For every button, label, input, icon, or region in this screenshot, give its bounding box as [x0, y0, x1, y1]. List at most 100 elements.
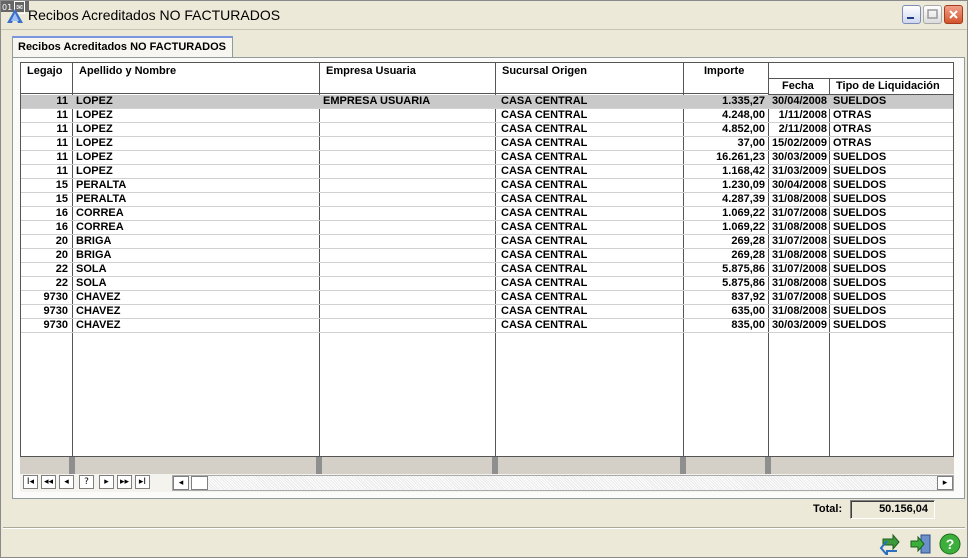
cell-legajo: 11 [56, 165, 68, 177]
cell-sucursal: CASA CENTRAL [501, 249, 588, 261]
cell-tipo: SUELDOS [833, 263, 887, 275]
cell-importe: 269,28 [731, 235, 765, 247]
table-row[interactable]: 16 CORREA CASA CENTRAL 1.069,22 31/07/2008 SU… [21, 207, 953, 221]
table-row[interactable]: 22 SOLA CASA CENTRAL 5.875,86 31/07/2008 SUEL… [21, 263, 953, 277]
tab-recibos[interactable]: Recibos Acreditados NO FACTURADOS [12, 36, 233, 57]
table-row[interactable]: 11 LOPEZ CASA CENTRAL 4.248,00 1/11/2008 OTRA… [21, 109, 953, 123]
cell-fecha: 2/11/2008 [778, 123, 827, 135]
cell-sucursal: CASA CENTRAL [501, 235, 588, 247]
data-grid[interactable]: Legajo Apellido y Nombre Empresa Usuaria… [20, 62, 954, 457]
title-bar[interactable]: 01 ✉ Recibos Acreditados NO FACTURADOS [1, 1, 967, 30]
help-button[interactable]: ? [79, 475, 94, 489]
cell-tipo: SUELDOS [833, 179, 887, 191]
cell-legajo: 11 [56, 123, 68, 135]
grid-rows: 11 LOPEZ EMPRESA USUARIA CASA CENTRAL 1.335,… [21, 95, 953, 333]
table-row[interactable]: 22 SOLA CASA CENTRAL 5.875,86 31/08/2008 SUEL… [21, 277, 953, 291]
minimize-button[interactable] [902, 5, 921, 24]
table-row[interactable]: 11 LOPEZ CASA CENTRAL 37,00 15/02/2009 OTRAS [21, 137, 953, 151]
cell-legajo: 16 [55, 207, 68, 219]
close-button[interactable] [944, 5, 963, 24]
cell-empresa [323, 319, 493, 332]
close-icon [949, 10, 958, 19]
table-row[interactable]: 20 BRIGA CASA CENTRAL 269,28 31/07/2008 SUELD… [21, 235, 953, 249]
col-header-nombre[interactable]: Apellido y Nombre [73, 63, 320, 94]
table-row[interactable]: 11 LOPEZ CASA CENTRAL 4.852,00 2/11/2008 OTRA… [21, 123, 953, 137]
record-navigator: I◂ ◂◂ ◂ ? ▸ ▸▸ ▸I ◂ ▸ [20, 474, 954, 492]
column-grip[interactable] [765, 457, 771, 474]
next-record-button[interactable]: ▸ [99, 475, 114, 489]
cell-importe: 1.230,09 [722, 179, 765, 191]
cell-fecha: 30/03/2009 [771, 151, 827, 163]
exit-icon[interactable] [910, 533, 932, 555]
cell-nombre: LOPEZ [76, 151, 113, 163]
cell-sucursal: CASA CENTRAL [501, 165, 588, 177]
cell-sucursal: CASA CENTRAL [501, 179, 588, 191]
table-row[interactable]: 9730 CHAVEZ CASA CENTRAL 837,92 31/07/2008 SU… [21, 291, 953, 305]
cell-importe: 1.335,27 [722, 95, 765, 107]
cell-empresa [323, 263, 493, 276]
cell-nombre: LOPEZ [76, 165, 113, 177]
col-header-legajo[interactable]: Legajo [21, 63, 73, 94]
prev-page-button[interactable]: ◂◂ [41, 475, 56, 489]
cell-sucursal: CASA CENTRAL [501, 319, 588, 331]
cell-fecha: 31/08/2008 [771, 193, 827, 205]
cell-empresa [323, 151, 493, 164]
horizontal-scrollbar[interactable]: ◂ ▸ [172, 475, 954, 491]
cell-fecha: 31/07/2008 [771, 235, 827, 247]
column-grip[interactable] [316, 457, 322, 474]
scroll-left-button[interactable]: ◂ [173, 476, 189, 490]
column-grip[interactable] [680, 457, 686, 474]
cell-empresa [323, 235, 493, 248]
column-grip[interactable] [69, 457, 75, 474]
cell-sucursal: CASA CENTRAL [501, 151, 588, 163]
cell-empresa [323, 221, 493, 234]
table-row[interactable]: 11 LOPEZ CASA CENTRAL 1.168,42 31/03/2009 SUE… [21, 165, 953, 179]
cell-sucursal: CASA CENTRAL [501, 291, 588, 303]
cell-nombre: LOPEZ [76, 137, 113, 149]
table-row[interactable]: 11 LOPEZ CASA CENTRAL 16.261,23 30/03/2009 SU… [21, 151, 953, 165]
cell-legajo: 9730 [43, 291, 68, 303]
cell-sucursal: CASA CENTRAL [501, 193, 588, 205]
table-row[interactable]: 16 CORREA CASA CENTRAL 1.069,22 31/08/2008 SU… [21, 221, 953, 235]
cell-nombre: BRIGA [76, 249, 112, 261]
refresh-icon[interactable] [879, 533, 901, 555]
next-page-button[interactable]: ▸▸ [117, 475, 132, 489]
table-row[interactable]: 9730 CHAVEZ CASA CENTRAL 635,00 31/08/2008 SU… [21, 305, 953, 319]
table-row[interactable]: 9730 CHAVEZ CASA CENTRAL 835,00 30/03/2009 SU… [21, 319, 953, 333]
col-header-importe[interactable]: Importe [684, 63, 769, 94]
table-row[interactable]: 20 BRIGA CASA CENTRAL 269,28 31/08/2008 SUELD… [21, 249, 953, 263]
cell-tipo: SUELDOS [833, 235, 887, 247]
col-header-sucursal[interactable]: Sucursal Origen [496, 63, 684, 94]
cell-tipo: OTRAS [833, 123, 872, 135]
cell-importe: 269,28 [731, 249, 765, 261]
cell-importe: 4.852,00 [722, 123, 765, 135]
first-record-button[interactable]: I◂ [23, 475, 38, 489]
col-header-tipo[interactable]: Tipo de Liquidación [830, 78, 953, 94]
cell-sucursal: CASA CENTRAL [501, 305, 588, 317]
cell-empresa [323, 137, 493, 150]
col-header-fecha[interactable]: Fecha [769, 78, 830, 94]
column-grip[interactable] [492, 457, 498, 474]
scroll-right-button[interactable]: ▸ [937, 476, 953, 490]
cell-sucursal: CASA CENTRAL [501, 137, 588, 149]
cell-fecha: 31/08/2008 [771, 249, 827, 261]
cell-empresa [323, 207, 493, 220]
last-record-button[interactable]: ▸I [135, 475, 150, 489]
cell-nombre: CORREA [76, 221, 124, 233]
col-header-empresa[interactable]: Empresa Usuaria [320, 63, 496, 94]
cell-importe: 835,00 [731, 319, 765, 331]
col-header-group [769, 63, 953, 78]
help-icon[interactable]: ? [939, 533, 961, 555]
scroll-thumb[interactable] [191, 476, 208, 490]
prev-record-button[interactable]: ◂ [59, 475, 74, 489]
cell-nombre: CHAVEZ [76, 291, 121, 303]
cell-sucursal: CASA CENTRAL [501, 221, 588, 233]
table-row[interactable]: 11 LOPEZ EMPRESA USUARIA CASA CENTRAL 1.335,… [21, 95, 953, 109]
cell-fecha: 31/07/2008 [771, 207, 827, 219]
cell-tipo: SUELDOS [833, 221, 887, 233]
table-row[interactable]: 15 PERALTA CASA CENTRAL 4.287,39 31/08/2008 S… [21, 193, 953, 207]
cell-tipo: OTRAS [833, 137, 872, 149]
cell-fecha: 31/08/2008 [771, 277, 827, 289]
maximize-button[interactable] [923, 5, 942, 24]
table-row[interactable]: 15 PERALTA CASA CENTRAL 1.230,09 30/04/2008 S… [21, 179, 953, 193]
